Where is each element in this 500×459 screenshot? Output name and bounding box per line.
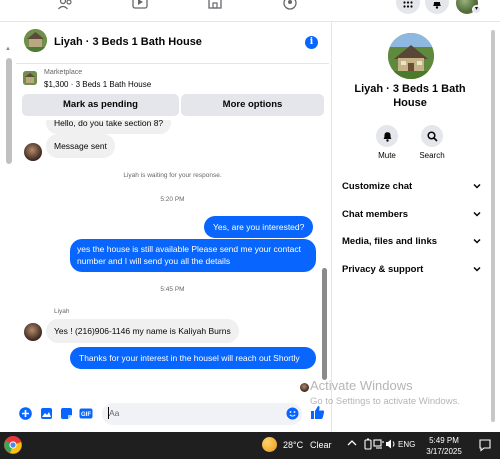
- more-options-button[interactable]: More options: [181, 94, 324, 116]
- section-label: Privacy & support: [342, 264, 424, 275]
- marketplace-card: Marketplace $1,300 · 3 Beds 1 Bath House…: [16, 64, 329, 120]
- notifications-button[interactable]: [425, 0, 449, 14]
- friends-icon[interactable]: [57, 0, 75, 12]
- message-bubble-incoming: Message sent: [46, 134, 115, 158]
- section-customize-chat[interactable]: Customize chat: [337, 177, 485, 197]
- input-language[interactable]: ENG: [398, 440, 415, 449]
- message-bubble-outgoing: Yes, are you interested?: [204, 216, 314, 238]
- message-bubble-incoming: Hello, do you take section 8?: [46, 120, 172, 134]
- message-list: Hello, do you take section 8? Message se…: [16, 120, 329, 402]
- weather-moon-icon[interactable]: [262, 437, 277, 452]
- composer: GIF Aa: [16, 402, 329, 428]
- weather-temperature[interactable]: 28°C: [283, 440, 303, 450]
- sticker-icon[interactable]: [60, 407, 73, 420]
- search-icon: [421, 125, 443, 147]
- conversation-header: Liyah · 3 Beds 1 Bath House i: [16, 24, 329, 64]
- conversation-avatar[interactable]: [24, 29, 47, 52]
- message-scrollbar[interactable]: [322, 268, 327, 380]
- thumbs-up-icon[interactable]: [310, 405, 325, 420]
- bell-icon: [432, 0, 442, 11]
- chat-info-avatar[interactable]: [388, 33, 434, 79]
- listing-summary[interactable]: $1,300 · 3 Beds 1 Bath House: [44, 80, 151, 89]
- plus-icon[interactable]: [19, 407, 32, 420]
- right-panel-scrollbar[interactable]: [490, 22, 496, 424]
- screen: ▾ Liyah · 3 Beds 1 Bath House i Marketpl…: [0, 0, 500, 459]
- grid-icon: [403, 1, 413, 11]
- groups-icon[interactable]: [281, 0, 299, 12]
- scroll-up-arrow-icon[interactable]: ▲: [5, 46, 11, 52]
- menu-grid-button[interactable]: [396, 0, 420, 14]
- video-icon[interactable]: [131, 0, 149, 12]
- chevron-up-icon[interactable]: [347, 438, 357, 450]
- left-scrollbar[interactable]: [6, 58, 12, 164]
- seen-indicator-avatar: [300, 383, 309, 392]
- timestamp: 5:45 PM: [160, 286, 185, 293]
- top-navigation: ▾: [0, 0, 500, 22]
- mark-as-pending-button[interactable]: Mark as pending: [22, 94, 179, 116]
- volume-icon[interactable]: [385, 438, 397, 452]
- section-label: Media, files and links: [342, 236, 438, 247]
- listing-thumbnail[interactable]: [23, 71, 37, 85]
- taskbar: 28°C Clear ENG 5:49 PM 3/17/2025: [0, 432, 500, 459]
- clock-time: 5:49 PM: [429, 436, 459, 445]
- chrome-app-icon[interactable]: [4, 436, 22, 454]
- message-bubble-incoming: Yes ! (216)906-1146 my name is Kaliyah B…: [46, 319, 239, 343]
- timestamp: 5:20 PM: [160, 196, 185, 203]
- section-privacy-support[interactable]: Privacy & support: [337, 260, 485, 280]
- mute-button[interactable]: Mute: [367, 125, 407, 160]
- battery-icon[interactable]: [363, 438, 373, 452]
- svg-text:GIF: GIF: [81, 412, 91, 418]
- info-icon[interactable]: i: [305, 36, 318, 49]
- marketplace-label: Marketplace: [44, 69, 83, 76]
- photo-icon[interactable]: [40, 407, 53, 420]
- activation-watermark-subtitle: Go to Settings to activate Windows.: [310, 396, 460, 407]
- notification-center-icon[interactable]: [478, 438, 492, 452]
- section-label: Chat members: [342, 209, 408, 220]
- sender-avatar[interactable]: [24, 143, 42, 161]
- panel-divider: [331, 22, 332, 432]
- network-icon[interactable]: [373, 438, 385, 452]
- clock[interactable]: 5:49 PM 3/17/2025: [420, 435, 468, 457]
- account-menu-chevron-icon[interactable]: ▾: [472, 5, 481, 14]
- message-input[interactable]: Aa: [102, 403, 302, 425]
- scrollbar-thumb[interactable]: [491, 30, 495, 422]
- waiting-status: Liyah is waiting for your response.: [123, 172, 222, 179]
- message-bubble-outgoing: Thanks for your interest in the housel w…: [70, 347, 316, 369]
- section-label: Customize chat: [342, 181, 413, 192]
- bell-icon: [376, 125, 398, 147]
- weather-condition[interactable]: Clear: [310, 440, 332, 450]
- section-media-files-links[interactable]: Media, files and links: [337, 232, 485, 252]
- conversation-title[interactable]: Liyah · 3 Beds 1 Bath House: [54, 36, 202, 48]
- chevron-down-icon: [473, 238, 481, 244]
- sender-avatar[interactable]: [24, 323, 42, 341]
- marketplace-icon[interactable]: [206, 0, 224, 12]
- search-label: Search: [419, 151, 445, 160]
- chat-info-title: Liyah · 3 Beds 1 Bath House: [354, 83, 466, 109]
- message-input-placeholder: Aa: [109, 408, 120, 418]
- clock-date: 3/17/2025: [426, 447, 462, 456]
- mute-label: Mute: [378, 151, 396, 160]
- emoji-icon[interactable]: [286, 407, 299, 420]
- message-bubble-outgoing: yes the house is still available Please …: [70, 239, 316, 272]
- chevron-down-icon: [473, 211, 481, 217]
- chevron-down-icon: [473, 183, 481, 189]
- search-button[interactable]: Search: [412, 125, 452, 160]
- activation-watermark-title: Activate Windows: [310, 378, 413, 393]
- chevron-down-icon: [473, 266, 481, 272]
- gif-icon[interactable]: GIF: [79, 407, 93, 420]
- section-chat-members[interactable]: Chat members: [337, 205, 485, 225]
- sender-name: Liyah: [54, 308, 70, 315]
